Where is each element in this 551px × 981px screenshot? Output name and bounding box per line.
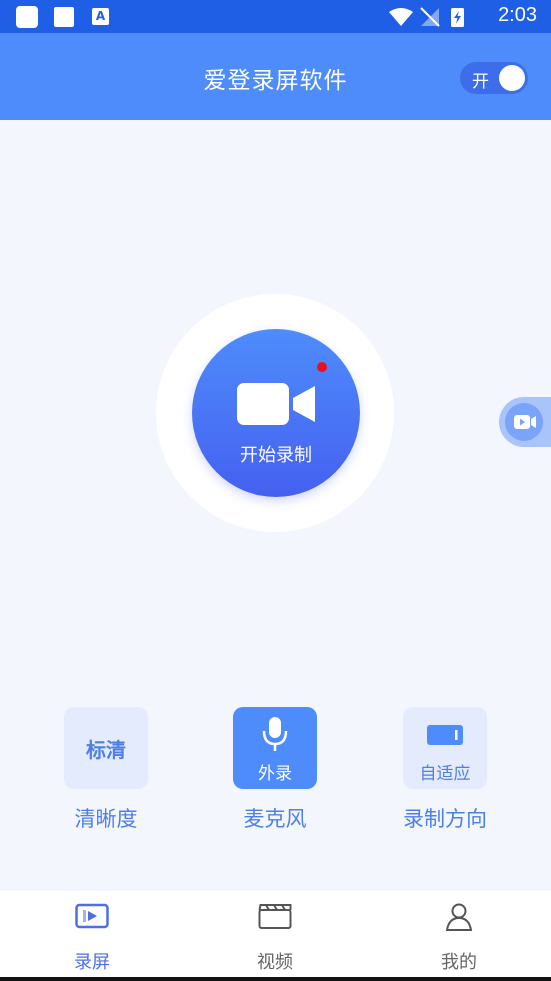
tab-videos-label: 视频: [257, 952, 293, 973]
floating-button-core: [505, 403, 543, 441]
wifi-icon: [389, 8, 413, 26]
app-notification-icon: [54, 7, 74, 27]
toggle-label: 开: [472, 72, 489, 92]
clapperboard-icon: [258, 904, 292, 929]
system-nav-line: [0, 977, 551, 981]
tab-screen-record-label: 录屏: [74, 952, 110, 973]
quality-label: 清晰度: [74, 807, 138, 831]
direction-option-button[interactable]: 自适应: [403, 707, 487, 789]
floating-window-toggle[interactable]: 开: [460, 62, 528, 94]
user-icon: [445, 903, 473, 931]
tab-screen-record[interactable]: 录屏: [27, 891, 157, 979]
tab-profile-label: 我的: [441, 952, 477, 973]
microphone-icon: [262, 717, 288, 751]
clock: 2:03: [498, 4, 537, 26]
microphone-option-button[interactable]: 外录: [233, 707, 317, 789]
bottom-navigation: 录屏 视频 我的: [0, 891, 551, 979]
video-camera-icon: [237, 383, 315, 425]
direction-badge: 自适应: [419, 764, 471, 784]
no-signal-icon: [420, 7, 440, 27]
quality-badge: 标清: [86, 738, 126, 762]
quality-option-button[interactable]: 标清: [64, 707, 148, 789]
video-play-icon: [514, 415, 536, 429]
microphone-label: 麦克风: [243, 807, 307, 831]
tab-videos[interactable]: 视频: [210, 891, 340, 979]
screen-record-icon: [75, 903, 109, 929]
record-indicator-dot: [317, 362, 327, 372]
screen-orientation-icon: [427, 725, 463, 745]
battery-charging-icon: [451, 8, 464, 27]
app-bar: 爱登录屏软件 开: [0, 33, 551, 120]
microphone-badge: 外录: [258, 764, 292, 784]
status-bar: A 2:03: [0, 0, 551, 33]
app-notification-icon: [16, 6, 38, 28]
start-record-label: 开始录制: [240, 445, 312, 466]
translate-notification-icon: A: [92, 8, 109, 25]
status-icons: [387, 6, 467, 28]
tab-profile[interactable]: 我的: [394, 891, 524, 979]
start-record-button[interactable]: 开始录制: [192, 329, 360, 497]
toggle-knob: [499, 65, 525, 91]
direction-label: 录制方向: [403, 807, 487, 831]
floating-record-button[interactable]: [499, 397, 551, 447]
